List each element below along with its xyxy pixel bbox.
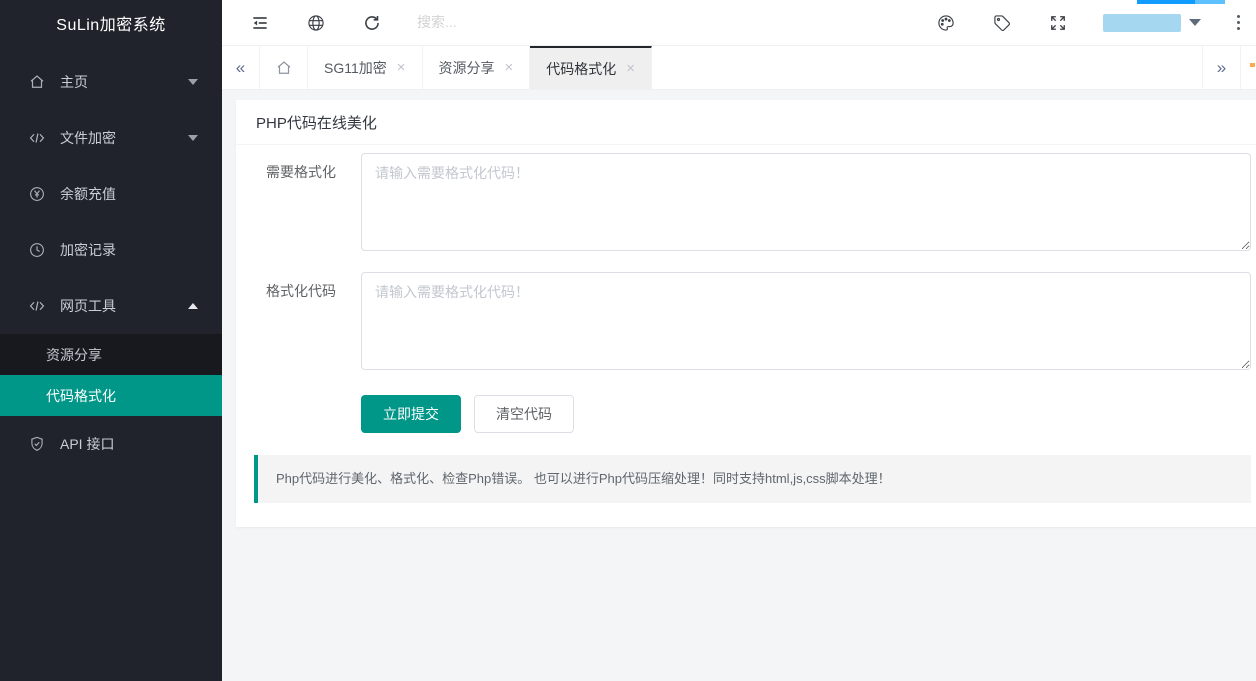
clear-button[interactable]: 清空代码 (474, 395, 574, 433)
tabs-scroll-left-button[interactable]: « (222, 46, 260, 89)
sidebar-subitem-resource-share[interactable]: 资源分享 (0, 334, 222, 375)
tab-code-format[interactable]: 代码格式化 × (530, 46, 652, 89)
search-input[interactable] (417, 14, 637, 30)
web-tools-submenu: 资源分享 代码格式化 (0, 334, 222, 416)
code-icon (28, 129, 46, 147)
tag-icon[interactable] (991, 12, 1013, 34)
tab-label: 代码格式化 (546, 59, 616, 79)
fullscreen-icon[interactable] (1047, 12, 1069, 34)
chevron-down-icon (1189, 19, 1201, 26)
php-beautify-card: PHP代码在线美化 需要格式化 格式化代码 立即提交 清 (236, 100, 1256, 527)
kebab-menu-icon[interactable] (1235, 13, 1242, 32)
form-row-output: 格式化代码 (236, 272, 1256, 375)
chevron-down-icon (188, 135, 198, 141)
topbar (222, 0, 1256, 46)
card-header: PHP代码在线美化 (236, 100, 1256, 145)
tab-label: SG11加密 (324, 58, 387, 78)
refresh-icon[interactable] (361, 12, 383, 34)
input-code-textarea[interactable] (361, 153, 1251, 251)
sidebar-item-records[interactable]: 加密记录 (0, 222, 222, 278)
tab-resource-share[interactable]: 资源分享 × (423, 46, 531, 89)
close-icon[interactable]: × (626, 60, 635, 77)
form-row-input: 需要格式化 (236, 153, 1256, 256)
search-box (417, 14, 637, 32)
user-dropdown[interactable] (1103, 14, 1201, 32)
content: PHP代码在线美化 需要格式化 格式化代码 立即提交 清 (222, 90, 1256, 681)
info-alert-text: Php代码进行美化、格式化、检查Php错误。 也可以进行Php代码压缩处理！同时… (276, 471, 891, 486)
username-redacted (1103, 14, 1181, 32)
sidebar-item-label: 文件加密 (60, 128, 116, 148)
chevron-down-icon (188, 79, 198, 85)
sidebar-subitem-label: 代码格式化 (46, 386, 116, 406)
sidebar-item-label: 网页工具 (60, 296, 116, 316)
card-title: PHP代码在线美化 (256, 112, 377, 133)
tabs-scroll-right-button[interactable]: » (1202, 46, 1240, 89)
sidebar-item-api[interactable]: API 接口 (0, 416, 222, 472)
sidebar: SuLin加密系统 主页 文件加密 余额充值 加密记录 (0, 0, 222, 681)
formatted-code-textarea[interactable] (361, 272, 1251, 370)
globe-icon[interactable] (305, 12, 327, 34)
main-area: « SG11加密 × 资源分享 × 代码格式化 × » PHP代码在线美化 需 (222, 0, 1256, 681)
sidebar-item-label: 主页 (60, 72, 88, 92)
tabbar: « SG11加密 × 资源分享 × 代码格式化 × » (222, 46, 1256, 90)
sidebar-item-recharge[interactable]: 余额充值 (0, 166, 222, 222)
topbar-right-icons (935, 12, 1256, 34)
sidebar-subitem-code-format[interactable]: 代码格式化 (0, 375, 222, 416)
tab-sg11[interactable]: SG11加密 × (308, 46, 423, 89)
code-icon (28, 297, 46, 315)
sidebar-item-file-encrypt[interactable]: 文件加密 (0, 110, 222, 166)
shield-check-icon (28, 435, 46, 453)
button-row: 立即提交 清空代码 (361, 395, 1256, 433)
sidebar-nav: 主页 文件加密 余额充值 加密记录 网页工具 (0, 54, 222, 472)
close-icon[interactable]: × (397, 59, 406, 76)
sidebar-item-label: 余额充值 (60, 184, 116, 204)
formatted-code-label: 格式化代码 (236, 272, 361, 375)
home-icon (28, 73, 46, 91)
app-title: SuLin加密系统 (0, 0, 222, 46)
redaction-strip (1137, 0, 1225, 4)
input-code-label: 需要格式化 (236, 153, 361, 256)
chevron-up-icon (188, 303, 198, 309)
home-icon (275, 59, 293, 77)
palette-icon[interactable] (935, 12, 957, 34)
submit-button[interactable]: 立即提交 (361, 395, 461, 433)
sidebar-subitem-label: 资源分享 (46, 345, 102, 365)
topbar-left-icons (222, 12, 383, 34)
yuan-icon (28, 185, 46, 203)
tab-overflow-fragment (1240, 46, 1256, 89)
sidebar-item-label: API 接口 (60, 434, 114, 454)
close-icon[interactable]: × (505, 59, 514, 76)
card-body: 需要格式化 格式化代码 立即提交 清空代码 Php代码进行美化、格 (236, 145, 1256, 527)
clock-icon (28, 241, 46, 259)
sidebar-item-web-tools[interactable]: 网页工具 (0, 278, 222, 334)
menu-fold-icon[interactable] (249, 12, 271, 34)
info-alert: Php代码进行美化、格式化、检查Php错误。 也可以进行Php代码压缩处理！同时… (254, 455, 1251, 503)
sidebar-item-label: 加密记录 (60, 240, 116, 260)
home-tab[interactable] (260, 46, 308, 89)
tab-label: 资源分享 (439, 58, 495, 78)
sidebar-item-home[interactable]: 主页 (0, 54, 222, 110)
